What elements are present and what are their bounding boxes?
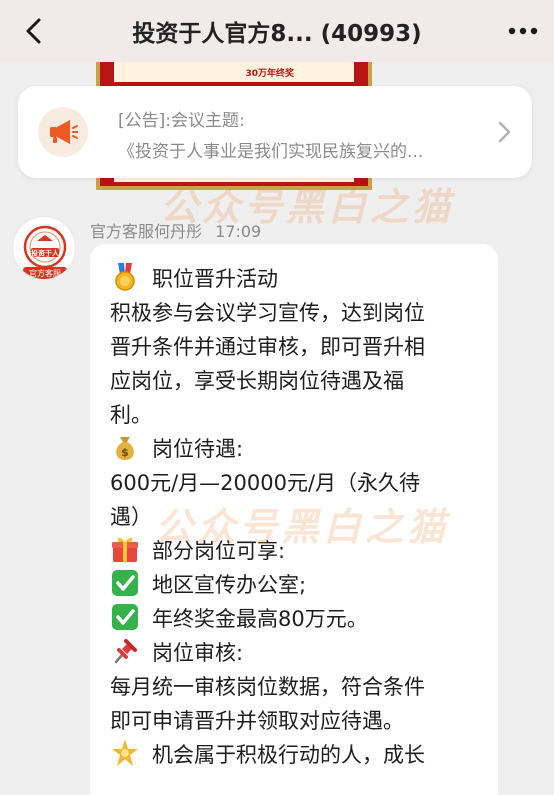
message-line-text: 机会属于积极行动的人，成长	[152, 743, 425, 767]
message-line: $ 岗位待遇:	[110, 432, 480, 466]
message-line-text: 600元/月—20000元/月（永久待	[110, 471, 421, 495]
message-line-text: 晋升条件并通过审核，即可晋升相	[110, 335, 425, 359]
message-line: 应岗位，享受长期岗位待遇及福	[110, 364, 480, 398]
notice-icon-badge	[38, 107, 88, 157]
message-line-text: 年终奖金最高80万元。	[152, 607, 368, 631]
pushpin-icon	[110, 636, 144, 666]
message-line-text: 岗位待遇:	[152, 437, 244, 461]
chevron-right-icon	[498, 121, 511, 143]
more-button[interactable]	[506, 14, 540, 48]
message-line: 每月统一审核岗位数据，符合条件	[110, 670, 480, 704]
medal-icon	[110, 262, 144, 292]
sender-name: 官方客服何丹彤	[90, 222, 203, 241]
message-line: 机会属于积极行动的人，成长	[110, 738, 480, 772]
message-text: 职位晋升活动积极参与会议学习宣传，达到岗位 晋升条件并通过审核，即可晋升相 应岗位，…	[110, 262, 480, 772]
official-service-logo: 投资于人 官方客服	[23, 225, 67, 279]
message-line: 地区宣传办公室;	[110, 568, 480, 602]
poster-banner: 30万年终奖	[114, 62, 354, 82]
message-line: 积极参与会议学习宣传，达到岗位	[110, 296, 480, 330]
message-bubble[interactable]: 职位晋升活动积极参与会议学习宣传，达到岗位 晋升条件并通过审核，即可晋升相 应岗位，…	[90, 244, 498, 795]
group-notice-card[interactable]: [公告]:会议主题: 《投资于人事业是我们实现民族复兴的...	[18, 86, 532, 178]
message-line-text: 部分岗位可享:	[152, 539, 286, 563]
message-line: 年终奖金最高80万元。	[110, 602, 480, 636]
svg-text:$: $	[121, 446, 129, 459]
chat-header: 投资于人官方8... (40993)	[0, 0, 554, 62]
megaphone-icon	[50, 120, 78, 144]
message-line: 职位晋升活动	[110, 262, 480, 296]
chevron-left-icon	[26, 18, 41, 44]
back-button[interactable]	[16, 14, 50, 48]
gift-icon	[110, 534, 144, 564]
avatar[interactable]: 投资于人 官方客服	[12, 216, 76, 280]
message-time: 17:09	[215, 222, 262, 241]
message-line: 600元/月—20000元/月（永久待	[110, 466, 480, 500]
message-line-text: 应岗位，享受长期岗位待遇及福	[110, 369, 404, 393]
more-dots-icon	[508, 27, 538, 35]
message-line-text: 即可申请晋升并领取对应待遇。	[110, 709, 404, 733]
message-line: 岗位审核:	[110, 636, 480, 670]
message-line-text: 岗位审核:	[152, 641, 244, 665]
notice-preview: 《投资于人事业是我们实现民族复兴的...	[118, 142, 424, 162]
check-icon	[110, 602, 144, 632]
poster-award-text: 30万年终奖	[245, 68, 294, 79]
chat-title: 投资于人官方8... (40993)	[132, 21, 422, 47]
message-line-text: 积极参与会议学习宣传，达到岗位	[110, 301, 425, 325]
notice-title: [公告]:会议主题:	[118, 111, 245, 131]
message-line-text: 职位晋升活动	[152, 267, 278, 291]
star-icon	[110, 738, 144, 768]
money-bag-icon: $	[110, 432, 144, 462]
avatar-text-top: 投资于人	[31, 249, 60, 258]
message-line-text: 地区宣传办公室;	[152, 573, 307, 597]
message-line: 利。	[110, 398, 480, 432]
check-icon	[110, 568, 144, 598]
message-line: 晋升条件并通过审核，即可晋升相	[110, 330, 480, 364]
avatar-text-bottom: 官方客服	[29, 268, 61, 278]
message-line: 遇）	[110, 500, 480, 534]
message-line-text: 利。	[110, 403, 152, 427]
message-line-text: 每月统一审核岗位数据，符合条件	[110, 675, 425, 699]
message-line-text: 遇）	[110, 505, 152, 529]
sender-info: 官方客服何丹彤 17:09	[90, 218, 261, 242]
message-line: 即可申请晋升并领取对应待遇。	[110, 704, 480, 738]
message-line: 部分岗位可享:	[110, 534, 480, 568]
